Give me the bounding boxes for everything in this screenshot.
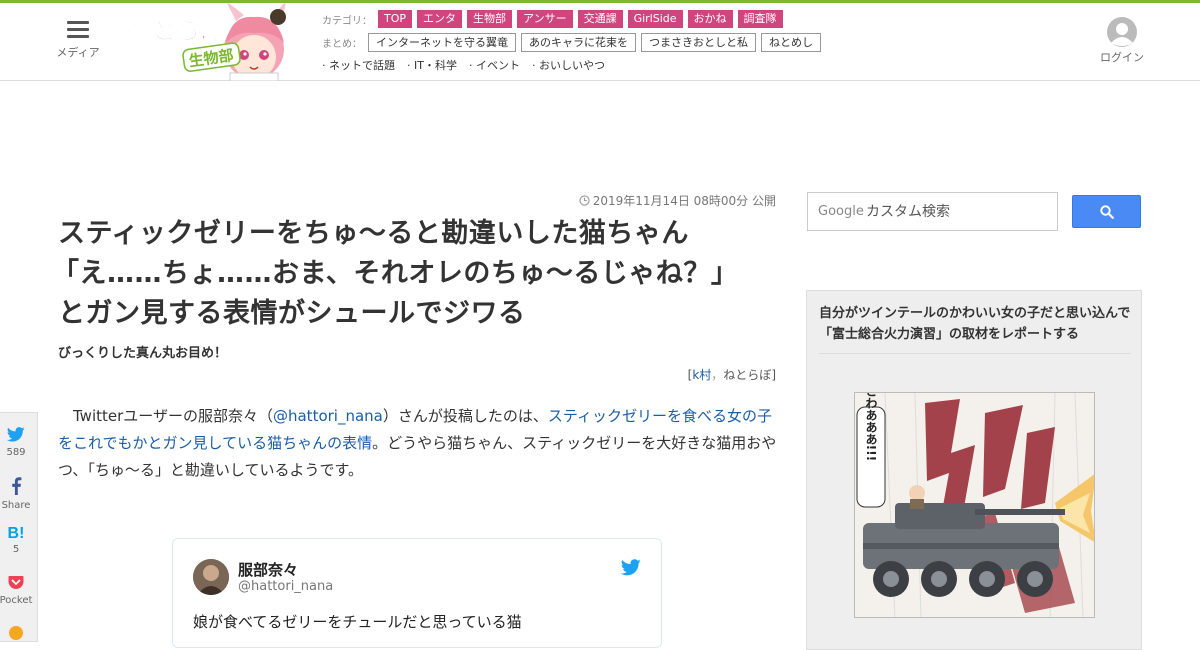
twitter-icon — [6, 427, 25, 442]
user-avatar-icon — [1107, 17, 1137, 47]
facebook-share-label: Share — [1, 500, 31, 511]
sidebar-feature-box[interactable]: 自分がツインテールのかわいい女の子だと思い込んで「富士総合火力演習」の取材をレポ… — [806, 290, 1142, 650]
twitter-user-link[interactable]: @hattori_nana — [273, 407, 383, 425]
share-bar: 589 Share B! 5 Pocket — [0, 412, 38, 642]
login-label: ログイン — [1100, 51, 1144, 64]
tweet-author-name[interactable]: 服部奈々 — [238, 559, 298, 580]
twitter-bird-icon[interactable] — [620, 559, 643, 577]
sub-link[interactable]: · おいしいやつ — [532, 57, 605, 73]
matome-tag[interactable]: つまさきおとしと私 — [641, 32, 756, 52]
hatena-bookmark-icon: B! — [7, 525, 25, 542]
twitter-share-count: 589 — [6, 447, 26, 458]
byline-close: ] — [771, 368, 776, 382]
search-icon — [1100, 205, 1114, 219]
matome-row: まとめ： インターネットを守る翼竜 あのキャラに花束を つまさきおとしと私 ねと… — [322, 32, 882, 52]
article-subtitle: びっくりした真ん丸お目め！ — [58, 346, 228, 361]
publish-date-text: 2019年11月14日 08時00分 公開 — [592, 194, 776, 208]
publish-date: 2019年11月14日 08時00分 公開 — [560, 192, 776, 209]
hatena-bookmark-count: 5 — [12, 544, 20, 555]
category-tag-okane[interactable]: おかね — [687, 10, 733, 28]
search-button[interactable] — [1072, 195, 1141, 228]
article-body-paragraph: Twitterユーザーの服部奈々（@hattori_nana）さんが投稿したのは… — [58, 403, 778, 484]
category-tag-chousatai[interactable]: 調査隊 — [737, 10, 783, 28]
byline-site: ねとらぼ — [723, 368, 772, 382]
pocket-label: Pocket — [0, 595, 33, 606]
custom-search-box: Google — [807, 192, 1058, 231]
pocket-button[interactable]: Pocket — [0, 575, 39, 606]
tweet-author-handle[interactable]: @hattori_nana — [238, 579, 333, 594]
category-nav: カテゴリ： TOP エンタ 生物部 アンサー 交通課 GirlSide おかね … — [322, 9, 882, 78]
matome-tag[interactable]: インターネットを守る翼竜 — [368, 32, 516, 52]
tweet-text: 娘が食べてるゼリーをチュールだと思っている猫 — [193, 613, 522, 631]
matome-tag[interactable]: あのキャラに花束を — [521, 32, 636, 52]
sub-links-row: · ネットで話題 · IT・科学 · イベント · おいしいやつ — [322, 55, 882, 75]
tweet-avatar[interactable] — [193, 559, 229, 595]
category-tag-top[interactable]: TOP — [378, 10, 413, 28]
body-text: ）さんが投稿したのは、 — [382, 407, 548, 425]
byline-separator: ， — [711, 368, 724, 382]
category-tag-seibutsubu[interactable]: 生物部 — [467, 10, 513, 28]
body-text: Twitterユーザーの服部奈々（ — [73, 407, 273, 425]
category-tag-koutsuuka[interactable]: 交通課 — [577, 10, 623, 28]
category-tag-girlside[interactable]: GirlSide — [627, 10, 683, 28]
article-title-line: スティックゼリーをちゅ～ると勘違いした猫ちゃん — [58, 218, 689, 249]
svg-text:ねとらぼ: ねとらぼ — [128, 17, 225, 45]
sidebar-feature-image[interactable]: どわあああ!!! — [854, 392, 1095, 618]
category-tag-enta[interactable]: エンタ — [417, 10, 463, 28]
search-input[interactable] — [866, 201, 1051, 223]
article-title-line: 「え……ちょ……おま、それオレのちゅ～るじゃね？」 — [52, 258, 739, 289]
sidebar-feature-title[interactable]: 自分がツインテールのかわいい女の子だと思い込んで「富士総合火力演習」の取材をレポ… — [819, 303, 1131, 354]
matome-label: まとめ： — [322, 38, 362, 50]
embedded-tweet[interactable]: 服部奈々 @hattori_nana 娘が食べてるゼリーをチュールだと思っている… — [172, 538, 662, 648]
hamburger-icon — [67, 21, 89, 39]
category-label: カテゴリ： — [322, 15, 372, 27]
feature-image-caption: どわあああ!!! — [864, 393, 878, 461]
category-row: カテゴリ： TOP エンタ 生物部 アンサー 交通課 GirlSide おかね … — [322, 9, 882, 29]
matome-tag[interactable]: ねとめし — [761, 32, 821, 52]
twitter-share-button[interactable]: 589 — [0, 427, 39, 458]
facebook-share-button[interactable]: Share — [0, 477, 39, 511]
login-button[interactable]: ログイン — [1098, 17, 1146, 65]
pocket-icon — [8, 576, 24, 589]
byline: [k村，ねとらぼ] — [600, 366, 776, 383]
site-header: メディア ねとらぼ 生物部 カテゴリ： TOP エンタ 生物部 アンサー 交通課… — [0, 1, 1200, 82]
more-share-icon[interactable] — [0, 625, 39, 645]
author-link[interactable]: k村 — [692, 368, 711, 382]
media-menu-label: メディア — [56, 46, 100, 59]
article-title-line: とガン見する表情がシュールでジワる — [58, 298, 526, 329]
sub-link[interactable]: · ネットで話題 — [322, 57, 395, 73]
media-menu-button[interactable]: メディア — [52, 21, 104, 60]
sub-link[interactable]: · イベント — [469, 57, 520, 73]
sub-link[interactable]: · IT・科学 — [407, 57, 457, 73]
category-tag-answer[interactable]: アンサー — [517, 10, 573, 28]
google-label: Google — [818, 204, 864, 219]
clock-icon — [579, 195, 590, 206]
article-title: スティックゼリーをちゅ～ると勘違いした猫ちゃん 「え……ちょ……おま、それオレの… — [52, 214, 778, 334]
facebook-icon — [12, 477, 22, 495]
hatena-bookmark-button[interactable]: B! 5 — [0, 525, 39, 555]
site-logo[interactable]: ねとらぼ 生物部 — [126, 1, 312, 82]
